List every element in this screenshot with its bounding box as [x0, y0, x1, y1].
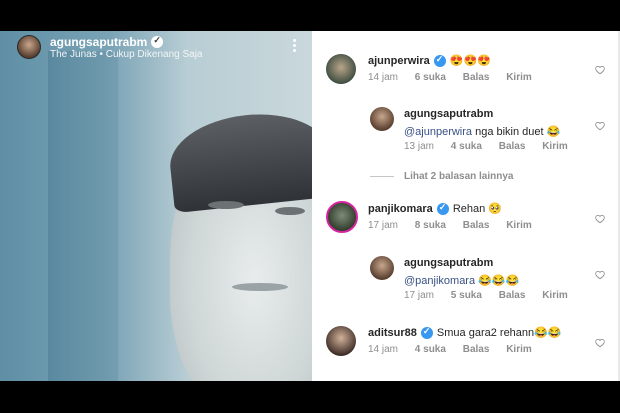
send-button[interactable]: Kirim: [506, 72, 532, 83]
comment-text: Smua gara2 rehann😂😂: [436, 327, 562, 339]
reply-user-line: agungsaputrabm: [404, 108, 493, 120]
comment-meta: 17 jam 8 suka Balas Kirim: [368, 220, 546, 231]
comment-meta: 17 jam 5 suka Balas Kirim: [404, 290, 582, 301]
send-button[interactable]: Kirim: [542, 141, 568, 152]
comment-meta: 14 jam 4 suka Balas Kirim: [368, 344, 546, 355]
video-username-label: agungsaputrabm: [50, 35, 148, 49]
video-player[interactable]: [0, 31, 312, 381]
like-count[interactable]: 5 suka: [451, 290, 482, 301]
comment-item: ajunperwira 😍😍😍 14 jam 6 suka Balas Kiri…: [326, 53, 611, 93]
reply-button[interactable]: Balas: [463, 344, 490, 355]
send-button[interactable]: Kirim: [506, 344, 532, 355]
send-button[interactable]: Kirim: [506, 220, 532, 231]
comment-meta: 13 jam 4 suka Balas Kirim: [404, 141, 582, 152]
comments-panel: ajunperwira 😍😍😍 14 jam 6 suka Balas Kiri…: [312, 31, 620, 381]
mention-link[interactable]: @ajunperwira: [404, 126, 472, 138]
comment-username[interactable]: aditsur88: [368, 327, 417, 339]
person-eye-right: [275, 207, 305, 215]
heart-icon[interactable]: [595, 335, 605, 348]
comment-username[interactable]: agungsaputrabm: [404, 108, 493, 120]
verified-icon: [436, 202, 449, 215]
heart-icon[interactable]: [595, 267, 605, 280]
send-button[interactable]: Kirim: [542, 290, 568, 301]
avatar[interactable]: [326, 326, 356, 356]
comment-text: 😍😍😍: [449, 55, 491, 67]
comment-username[interactable]: ajunperwira: [368, 55, 430, 67]
screenshot-frame: agungsaputrabm The Junas • Cukup Dikenan…: [0, 0, 620, 413]
reply-text-line: @panjikomara 😂😂😂: [404, 271, 519, 289]
comment-time: 17 jam: [368, 220, 399, 231]
reply-button[interactable]: Balas: [463, 72, 490, 83]
mention-link[interactable]: @panjikomara: [404, 275, 475, 287]
view-more-replies[interactable]: Lihat 2 balasan lainnya: [370, 171, 513, 182]
more-options-icon[interactable]: [290, 37, 298, 55]
comment-line: panjikomara Rehan 🥺: [368, 202, 502, 216]
like-count[interactable]: 8 suka: [415, 220, 446, 231]
heart-icon[interactable]: [595, 62, 605, 75]
video-header: agungsaputrabm The Junas • Cukup Dikenan…: [0, 31, 312, 71]
person-cap: [165, 106, 312, 214]
avatar[interactable]: [17, 35, 41, 59]
reply-button[interactable]: Balas: [499, 141, 526, 152]
verified-icon: [420, 326, 433, 339]
comment-line: ajunperwira 😍😍😍: [368, 54, 491, 68]
comment-meta: 14 jam 6 suka Balas Kirim: [368, 72, 546, 83]
heart-icon[interactable]: [595, 211, 605, 224]
comment-line: aditsur88 Smua gara2 rehann😂😂: [368, 326, 562, 340]
verified-icon: [151, 35, 164, 48]
person-mouth: [232, 283, 288, 291]
like-count[interactable]: 4 suka: [451, 141, 482, 152]
reply-button[interactable]: Balas: [463, 220, 490, 231]
avatar[interactable]: [326, 201, 358, 233]
reply-text-line: @ajunperwira nga bikin duet 😂: [404, 122, 560, 140]
comment-time: 13 jam: [404, 141, 435, 152]
comment-text: 😂😂😂: [475, 275, 520, 287]
video-username[interactable]: agungsaputrabm: [50, 35, 164, 49]
reply-item: agungsaputrabm @panjikomara 😂😂😂 17 jam 5…: [370, 256, 611, 301]
comment-item: aditsur88 Smua gara2 rehann😂😂 14 jam 4 s…: [326, 325, 611, 365]
comment-time: 14 jam: [368, 344, 399, 355]
like-count[interactable]: 6 suka: [415, 72, 446, 83]
heart-icon[interactable]: [595, 118, 605, 131]
comment-username[interactable]: agungsaputrabm: [404, 257, 493, 269]
comment-text: Rehan 🥺: [452, 203, 502, 215]
comment-item: panjikomara Rehan 🥺 17 jam 8 suka Balas …: [326, 201, 611, 241]
person-eye-left: [208, 201, 244, 209]
avatar[interactable]: [326, 54, 356, 84]
comment-text: nga bikin duet 😂: [472, 126, 561, 138]
background-door: [48, 51, 118, 381]
comment-time: 14 jam: [368, 72, 399, 83]
audio-track[interactable]: The Junas • Cukup Dikenang Saja: [50, 49, 202, 60]
reply-item: agungsaputrabm @ajunperwira nga bikin du…: [370, 107, 611, 152]
reply-button[interactable]: Balas: [499, 290, 526, 301]
comment-time: 17 jam: [404, 290, 435, 301]
verified-icon: [433, 54, 446, 67]
comment-username[interactable]: panjikomara: [368, 203, 433, 215]
like-count[interactable]: 4 suka: [415, 344, 446, 355]
avatar[interactable]: [370, 256, 394, 280]
avatar[interactable]: [370, 107, 394, 131]
reply-user-line: agungsaputrabm: [404, 257, 493, 269]
